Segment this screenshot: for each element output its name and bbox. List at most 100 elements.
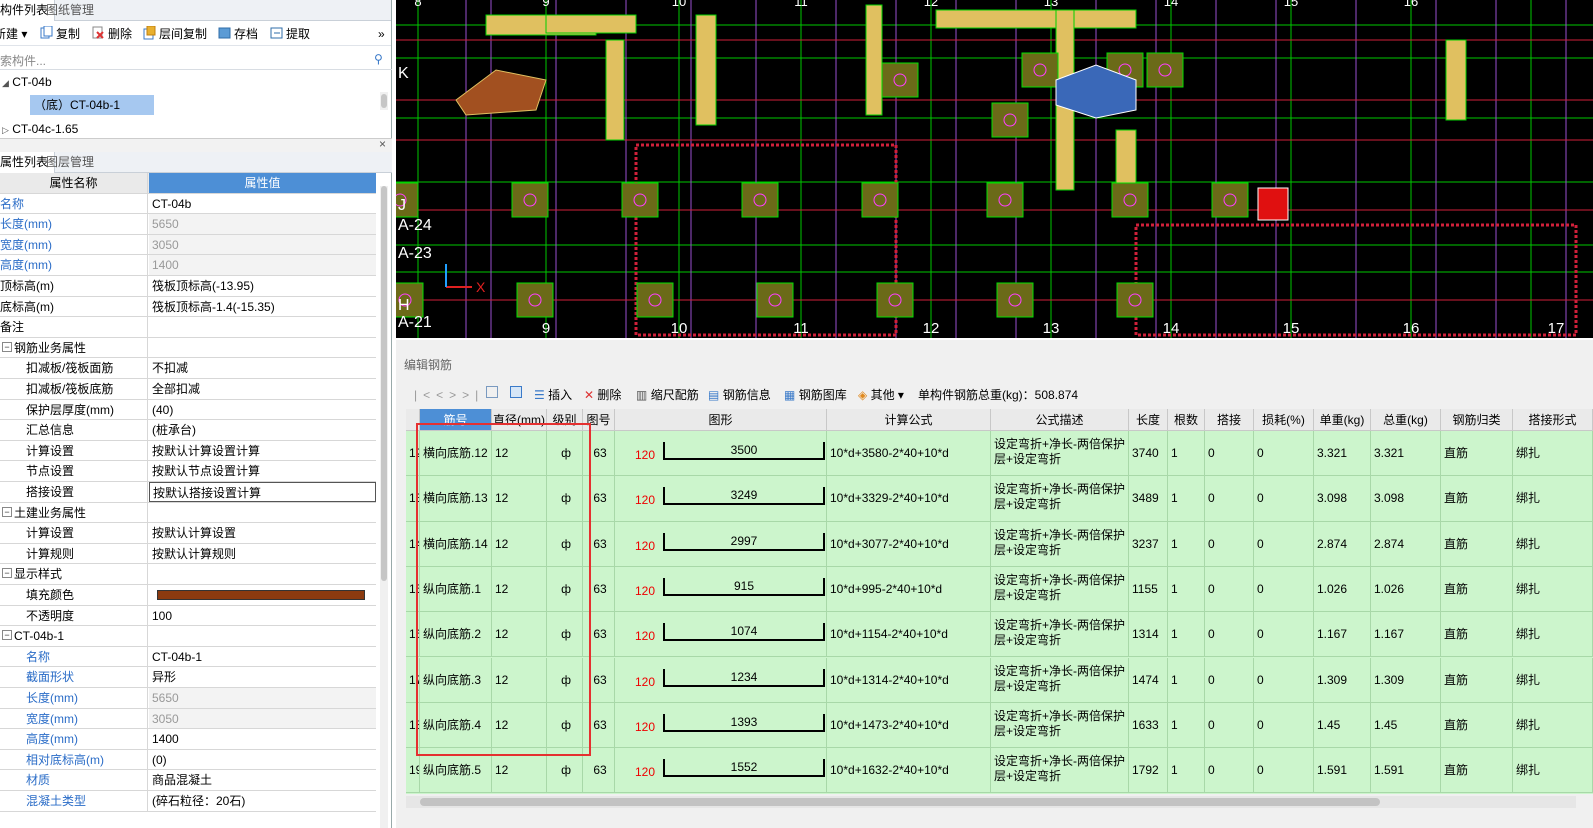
- property-row[interactable]: 不透明度 100: [0, 605, 376, 627]
- cell-formula[interactable]: 10*d+1154-2*40+10*d: [827, 612, 991, 657]
- property-value[interactable]: 3050: [149, 234, 376, 255]
- property-value[interactable]: (碎石粒径：20石): [149, 791, 376, 811]
- property-row[interactable]: 宽度(mm) 3050: [0, 708, 376, 730]
- cell-length[interactable]: 1474: [1129, 657, 1168, 702]
- search-icon[interactable]: ⚲: [374, 52, 383, 66]
- cell-formula[interactable]: 10*d+3329-2*40+10*d: [827, 476, 991, 521]
- property-value[interactable]: [149, 317, 376, 337]
- property-row[interactable]: 高度(mm) 1400: [0, 729, 376, 750]
- cell-loss[interactable]: 0: [1254, 702, 1314, 748]
- panel-splitter[interactable]: ×: [0, 137, 392, 152]
- property-value[interactable]: 商品混凝土: [149, 770, 376, 790]
- column-header[interactable]: 搭接: [1205, 409, 1254, 431]
- tree-scroll-thumb[interactable]: [381, 94, 387, 108]
- cell-length[interactable]: 1792: [1129, 748, 1168, 793]
- cell-length[interactable]: 3740: [1129, 431, 1168, 476]
- property-row[interactable]: 名称 CT-04b-1: [0, 646, 376, 668]
- cell-count[interactable]: 1: [1168, 431, 1205, 476]
- property-value[interactable]: 全部扣减: [149, 379, 376, 399]
- tree-node-ct04b-1[interactable]: （底）CT-04b-1: [30, 95, 154, 115]
- cell-cls[interactable]: 直筋: [1441, 566, 1513, 612]
- cell-total[interactable]: 1.45: [1371, 702, 1441, 748]
- property-row[interactable]: 高度(mm) 1400: [0, 255, 376, 276]
- property-row[interactable]: 扣减板/筏板面筋 不扣减: [0, 358, 376, 379]
- column-header[interactable]: 公式描述: [991, 409, 1129, 431]
- property-scrollbar[interactable]: [380, 186, 388, 828]
- new-button[interactable]: 新建 ▾: [0, 25, 27, 43]
- cell-total[interactable]: 1.591: [1371, 748, 1441, 793]
- cell-formula[interactable]: 10*d+1314-2*40+10*d: [827, 657, 991, 702]
- cell-count[interactable]: 1: [1168, 476, 1205, 521]
- property-row[interactable]: 搭接设置 按默认搭接设置计算: [0, 482, 376, 503]
- delete-button[interactable]: 删除: [92, 25, 132, 43]
- cell-count[interactable]: 1: [1168, 612, 1205, 657]
- column-header[interactable]: 总重(kg): [1371, 409, 1441, 431]
- cell-length[interactable]: 3489: [1129, 476, 1168, 521]
- rebar-shape-cell[interactable]: 120 1074: [615, 612, 827, 657]
- cell-formula[interactable]: 10*d+995-2*40+10*d: [827, 566, 991, 612]
- cell-lap[interactable]: 0: [1205, 521, 1254, 566]
- cell-desc[interactable]: 设定弯折+净长-两倍保护层+设定弯折: [991, 476, 1129, 521]
- cell-unit[interactable]: 3.098: [1314, 476, 1371, 521]
- cell-cls[interactable]: 直筋: [1441, 612, 1513, 657]
- rebar-info-button[interactable]: ▤ 钢筋信息: [708, 386, 771, 403]
- cell-formula[interactable]: 10*d+1632-2*40+10*d: [827, 748, 991, 793]
- cell-count[interactable]: 1: [1168, 702, 1205, 748]
- close-icon[interactable]: ×: [379, 137, 386, 151]
- cell-lapform[interactable]: 绑扎: [1513, 612, 1593, 657]
- cell-count[interactable]: 1: [1168, 566, 1205, 612]
- cell-total[interactable]: 3.098: [1371, 476, 1441, 521]
- property-row[interactable]: 名称 CT-04b: [0, 193, 376, 215]
- cell-loss[interactable]: 0: [1254, 476, 1314, 521]
- property-value[interactable]: 按默认计算设置: [149, 523, 376, 543]
- rebar-shape-cell[interactable]: 120 1393: [615, 702, 827, 748]
- property-row[interactable]: 底标高(m) 筏板顶标高-1.4(-15.35): [0, 296, 376, 318]
- rebar-shape-cell[interactable]: 120 915: [615, 566, 827, 612]
- property-row[interactable]: 计算规则 按默认计算规则: [0, 543, 376, 565]
- insert-button[interactable]: ☰ 插入: [534, 386, 572, 403]
- cell-lap[interactable]: 0: [1205, 431, 1254, 476]
- component-search-input[interactable]: 搜索构件... ⚲: [0, 49, 392, 70]
- cad-drawing-view[interactable]: 8 9 10 11 12 13 14 15 16 9 10 11 12 13 14 15 16 17 K J A-24 A…: [396, 0, 1593, 338]
- cell-unit[interactable]: 3.321: [1314, 431, 1371, 476]
- cell-cls[interactable]: 直筋: [1441, 702, 1513, 748]
- rebar-shape-cell[interactable]: 120 3249: [615, 476, 827, 521]
- column-header[interactable]: 损耗(%): [1254, 409, 1314, 431]
- cell-length[interactable]: 3237: [1129, 521, 1168, 566]
- cell-lapform[interactable]: 绑扎: [1513, 702, 1593, 748]
- property-value[interactable]: 1400: [149, 729, 376, 749]
- cell-loss[interactable]: 0: [1254, 431, 1314, 476]
- property-row[interactable]: 汇总信息 (桩承台): [0, 420, 376, 441]
- cell-cls[interactable]: 直筋: [1441, 476, 1513, 521]
- property-row[interactable]: 保护层厚度(mm) (40): [0, 399, 376, 421]
- property-value[interactable]: 按默认计算规则: [149, 544, 376, 564]
- move-down-icon[interactable]: [510, 386, 522, 398]
- cell-desc[interactable]: 设定弯折+净长-两倍保护层+设定弯折: [991, 431, 1129, 476]
- property-group-row[interactable]: − 钢筋业务属性: [0, 337, 376, 359]
- rebar-shape-cell[interactable]: 120 2997: [615, 521, 827, 566]
- tab-layer-manage[interactable]: 图层管理: [40, 152, 100, 173]
- cell-formula[interactable]: 10*d+3077-2*40+10*d: [827, 521, 991, 566]
- tree-node-ct04c[interactable]: ▷ CT-04c-1.65: [2, 119, 78, 139]
- property-row[interactable]: 计算设置 按默认计算设置计算: [0, 440, 376, 462]
- cell-lapform[interactable]: 绑扎: [1513, 748, 1593, 793]
- rebar-shape-cell[interactable]: 120 3500: [615, 431, 827, 476]
- column-header[interactable]: 单重(kg): [1314, 409, 1371, 431]
- tab-drawing-manage[interactable]: 图纸管理: [40, 0, 100, 21]
- cell-desc[interactable]: 设定弯折+净长-两倍保护层+设定弯折: [991, 748, 1129, 793]
- cell-lap[interactable]: 0: [1205, 566, 1254, 612]
- column-header[interactable]: 钢筋归类: [1441, 409, 1513, 431]
- property-value[interactable]: 筏板顶标高-1.4(-15.35): [149, 297, 376, 317]
- cell-lap[interactable]: 0: [1205, 612, 1254, 657]
- toolbar-overflow-icon[interactable]: »: [378, 25, 385, 43]
- property-group-row[interactable]: − CT-04b-1: [0, 626, 376, 647]
- property-row[interactable]: 宽度(mm) 3050: [0, 234, 376, 256]
- column-header[interactable]: 搭接形式: [1513, 409, 1593, 431]
- cell-total[interactable]: 1.026: [1371, 566, 1441, 612]
- property-value[interactable]: 按默认计算设置计算: [149, 441, 376, 461]
- cell-count[interactable]: 1: [1168, 521, 1205, 566]
- move-up-icon[interactable]: [486, 386, 498, 398]
- cell-unit[interactable]: 1.309: [1314, 657, 1371, 702]
- cell-total[interactable]: 1.167: [1371, 612, 1441, 657]
- cell-total[interactable]: 2.874: [1371, 521, 1441, 566]
